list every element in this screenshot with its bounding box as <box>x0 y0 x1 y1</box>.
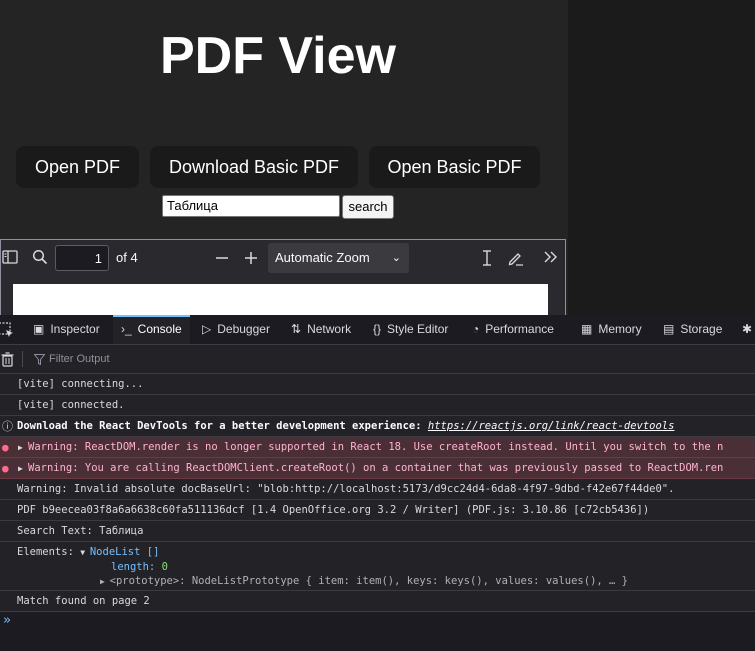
console-icon: ›_ <box>121 322 132 336</box>
tab-memory[interactable]: ▦ Memory <box>573 315 650 344</box>
tab-debugger-label: Debugger <box>217 322 270 336</box>
inspector-icon: ▣ <box>33 322 45 336</box>
console-message-text: Warning: You are calling ReactDOMClient.… <box>28 462 724 474</box>
open-basic-pdf-button[interactable]: Open Basic PDF <box>369 146 540 188</box>
page-number-input[interactable]: 1 <box>55 245 109 271</box>
storage-icon: ▤ <box>663 322 675 336</box>
tab-console[interactable]: ›_ Console <box>113 315 190 344</box>
performance-icon: ◔ <box>472 322 480 336</box>
console-message-text: Warning: Invalid absolute docBaseUrl: "b… <box>17 483 675 495</box>
tab-storage-label: Storage <box>680 322 723 336</box>
download-basic-pdf-button[interactable]: Download Basic PDF <box>150 146 358 188</box>
tab-network-label: Network <box>307 322 352 336</box>
info-icon: ⓘ <box>2 420 13 433</box>
length-value: 0 <box>161 561 168 573</box>
draw-icon[interactable] <box>507 249 524 266</box>
filter-output-input[interactable]: Filter Output <box>49 345 110 373</box>
prototype-entry[interactable]: <prototype>: NodeListPrototype { item: i… <box>110 575 628 587</box>
nodelist-object[interactable]: NodeList [] <box>90 546 160 558</box>
console-message-text: Match found on page 2 <box>17 595 150 607</box>
page-title: PDF View <box>159 27 396 85</box>
console-output: [vite] connecting... [vite] connected. ⓘ… <box>0 374 755 612</box>
tab-performance-label: Performance <box>485 322 554 336</box>
debugger-icon: ▷ <box>202 322 212 336</box>
page-background-right <box>568 0 755 315</box>
chevron-down-icon: ⌄ <box>391 252 401 264</box>
console-input[interactable]: » <box>0 611 755 651</box>
console-message-info: ⓘ Download the React DevTools for a bett… <box>0 416 755 437</box>
zoom-out-icon[interactable] <box>215 251 229 265</box>
accessibility-icon: ✱ <box>742 322 753 336</box>
pdf-page-canvas <box>13 284 548 315</box>
console-message: Match found on page 2 <box>0 591 755 612</box>
error-icon: ● <box>2 441 9 454</box>
find-icon[interactable] <box>32 249 48 265</box>
accessibility-tab[interactable]: ✱ <box>738 315 755 344</box>
console-message: Search Text: Таблица <box>0 521 755 542</box>
search-input[interactable]: Таблица <box>162 195 340 217</box>
zoom-select[interactable]: Automatic Zoom ⌄ <box>268 243 409 273</box>
sidebar-toggle-icon[interactable] <box>2 250 18 264</box>
react-devtools-link[interactable]: https://reactjs.org/link/react-devtools <box>428 420 675 432</box>
element-picker-icon[interactable] <box>0 322 14 338</box>
devtools-panel: ▣ Inspector ›_ Console ▷ Debugger ⇅ Network … <box>0 315 755 651</box>
tab-debugger[interactable]: ▷ Debugger <box>194 315 278 344</box>
app-page: PDF View Open PDF Download Basic PDF Ope… <box>0 0 568 315</box>
filter-icon <box>34 354 45 365</box>
console-message-text: Elements: <box>17 546 81 558</box>
text-cursor-icon[interactable] <box>480 249 494 267</box>
page-count-label: of 4 <box>116 250 138 265</box>
console-message: Warning: Invalid absolute docBaseUrl: "b… <box>0 479 755 500</box>
console-message: [vite] connecting... <box>0 374 755 395</box>
tab-inspector-label: Inspector <box>50 322 100 336</box>
console-message-text: PDF b9eecea03f8a6a6638c60fa511136dcf [1.… <box>17 504 650 516</box>
console-message: PDF b9eecea03f8a6a6638c60fa511136dcf [1.… <box>0 500 755 521</box>
error-icon: ● <box>2 462 9 475</box>
console-message-text: Warning: ReactDOM.render is no longer su… <box>28 441 724 453</box>
tab-performance[interactable]: ◔ Performance <box>464 315 562 344</box>
prompt-chevron-icon: » <box>3 613 11 628</box>
console-message-text: [vite] connecting... <box>17 378 144 390</box>
network-icon: ⇅ <box>291 322 302 336</box>
tab-console-label: Console <box>137 322 182 336</box>
tab-style-editor[interactable]: {} Style Editor <box>365 315 456 344</box>
open-pdf-button[interactable]: Open PDF <box>16 146 139 188</box>
console-message-text: [vite] connected. <box>17 399 125 411</box>
console-message-object: Elements: ▼ NodeList [] length: 0 ▶ <pro… <box>0 542 755 591</box>
zoom-in-icon[interactable] <box>244 251 258 265</box>
tab-style-editor-label: Style Editor <box>387 322 449 336</box>
length-key: length: <box>111 561 162 573</box>
expand-arrow-icon[interactable]: ▼ <box>80 548 90 557</box>
console-filter-bar: Filter Output <box>0 345 755 374</box>
console-message: [vite] connected. <box>0 395 755 416</box>
tools-menu-icon[interactable] <box>543 250 559 264</box>
memory-icon: ▦ <box>581 322 593 336</box>
console-message-text: Search Text: Таблица <box>17 525 144 537</box>
devtools-tabbar: ▣ Inspector ›_ Console ▷ Debugger ⇅ Network … <box>0 315 755 345</box>
zoom-value: Automatic Zoom <box>275 250 370 265</box>
trash-icon[interactable] <box>1 352 14 367</box>
tab-storage[interactable]: ▤ Storage <box>655 315 730 344</box>
tab-network[interactable]: ⇅ Network <box>283 315 359 344</box>
search-button[interactable]: search <box>342 195 394 219</box>
console-message-error: ● ▶ Warning: ReactDOM.render is no longe… <box>0 437 755 458</box>
console-message-text: Download the React DevTools for a better… <box>17 420 428 432</box>
tab-inspector[interactable]: ▣ Inspector <box>25 315 108 344</box>
style-editor-icon: {} <box>373 322 382 336</box>
expand-arrow-icon[interactable]: ▶ <box>18 437 23 457</box>
pdf-viewer: 1 of 4 Automatic Zoom ⌄ <box>0 239 566 315</box>
expand-arrow-icon[interactable]: ▶ <box>18 458 23 478</box>
tab-memory-label: Memory <box>598 322 642 336</box>
expand-arrow-icon[interactable]: ▶ <box>100 577 110 586</box>
console-message-error: ● ▶ Warning: You are calling ReactDOMCli… <box>0 458 755 479</box>
divider <box>22 351 23 367</box>
